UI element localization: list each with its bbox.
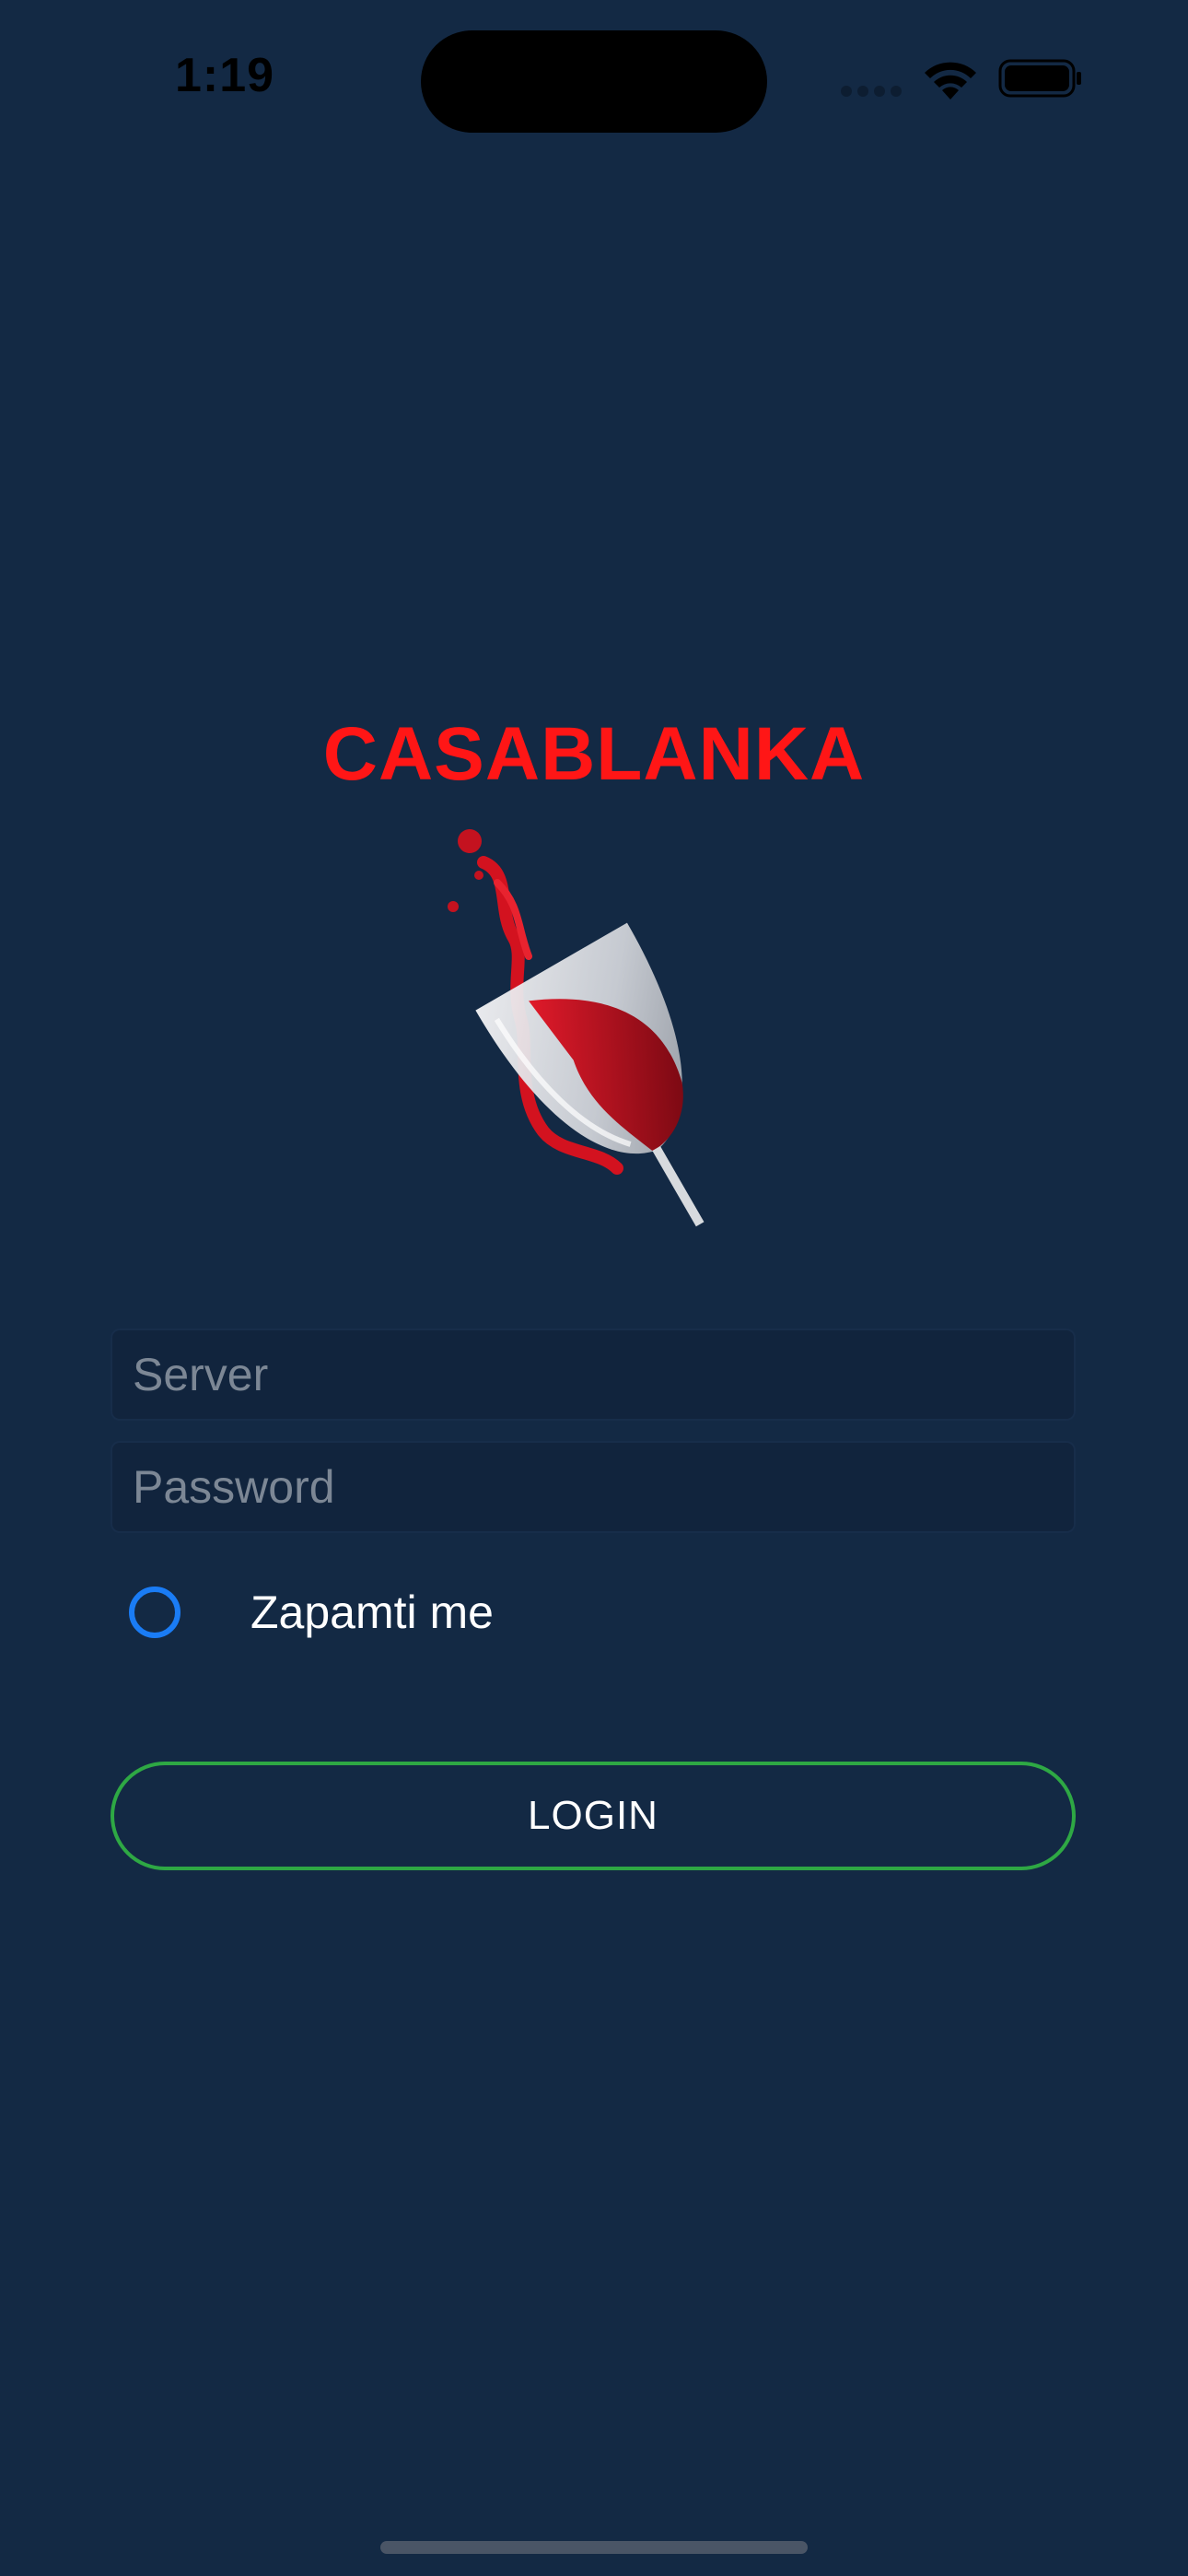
server-field[interactable] bbox=[111, 1329, 1076, 1421]
login-screen: 1:19 CASABLANKA Server Zapamti me LOGIN bbox=[0, 0, 1188, 2576]
server-input[interactable] bbox=[112, 1330, 1074, 1419]
remember-me-toggle[interactable]: Zapamti me bbox=[111, 1566, 663, 1658]
password-field[interactable] bbox=[111, 1441, 1076, 1533]
cellular-signal-icon bbox=[841, 86, 902, 97]
login-button[interactable]: LOGIN bbox=[111, 1762, 1076, 1870]
home-indicator bbox=[380, 2541, 808, 2554]
wifi-icon bbox=[925, 62, 976, 100]
dynamic-island bbox=[421, 30, 767, 133]
remember-me-label: Zapamti me bbox=[250, 1587, 494, 1638]
password-input[interactable] bbox=[112, 1443, 1074, 1531]
status-time: 1:19 bbox=[175, 49, 275, 102]
wine-glass-splash-icon bbox=[448, 829, 705, 1227]
app-title: CASABLANKA bbox=[322, 712, 866, 796]
remember-me-radio[interactable] bbox=[129, 1587, 181, 1638]
battery-icon bbox=[998, 59, 1081, 98]
